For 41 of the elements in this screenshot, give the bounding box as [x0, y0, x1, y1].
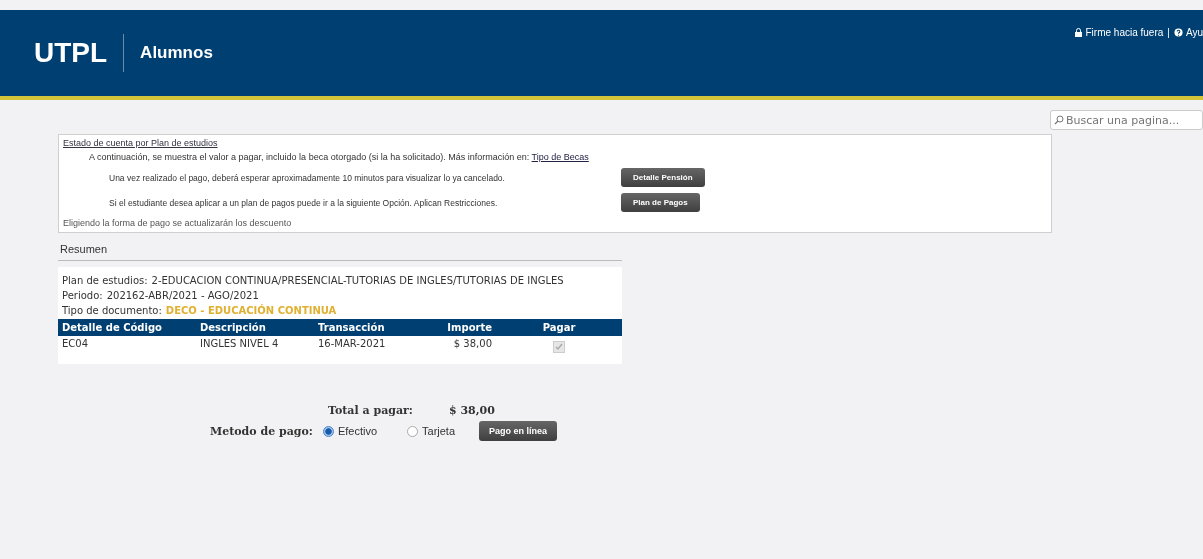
column-header: Pagar — [541, 321, 577, 335]
statement-title: Estado de cuenta por Plan de estudios — [63, 138, 219, 148]
help-link[interactable]: Ayu — [1173, 27, 1203, 38]
column-header: Importe — [446, 321, 493, 335]
field-value: DECO - EDUCACIÓN CONTINUA — [165, 305, 337, 316]
field-value: 2-EDUCACION CONTINUA/PRESENCIAL-TUTORIAS DE INGLES/TUTORIAS DE INGLES — [151, 275, 564, 286]
search-icon — [1054, 115, 1064, 125]
radio-button[interactable] — [322, 425, 334, 437]
column-header: Descripción — [199, 321, 267, 335]
search-field[interactable]: Buscar una pagina... — [1050, 110, 1203, 130]
table-cell-text: $ 38,00 — [452, 337, 493, 351]
field-value: 202162-ABR/2021 - AGO/2021 — [106, 290, 259, 301]
help-circle-icon — [1173, 28, 1183, 37]
field-label: Periodo: — [62, 290, 103, 301]
radio-button[interactable] — [407, 425, 419, 437]
field-label: Plan de estudios: — [62, 275, 148, 286]
payment-label: Metodo de pago: — [210, 424, 313, 438]
field-label: Tipo de documento: — [62, 305, 162, 316]
discount-note: Eligiendo la forma de pago se actualizarán los descuento — [63, 218, 293, 228]
action-button[interactable]: Plan de Pagos — [621, 193, 700, 212]
section-title: Alumnos — [140, 43, 213, 63]
action-button[interactable]: Detalle Pensión — [621, 168, 705, 187]
note-text: Si el estudiante desea aplicar a un plan de pagos puede ir a la siguiente Opción. Aplican Restricciones. — [109, 197, 499, 208]
signout-link[interactable]: Firme hacia fuera — [1073, 27, 1164, 38]
logo-text: UTPL — [34, 37, 108, 69]
option-label[interactable]: Tarjeta — [422, 425, 456, 437]
separator-text: | — [1167, 27, 1170, 38]
option-label[interactable]: Efectivo — [337, 425, 378, 437]
intro-text: A continuación, se muestra el valor a pagar, incluido la beca otorgado (si la ha solicitado). Más información en: Tipo de Becas — [89, 152, 590, 162]
summary-title: Resumen — [58, 241, 622, 261]
column-header: Transacción — [317, 321, 386, 335]
pay-online-button[interactable]: Pago en línea — [479, 421, 558, 441]
table-cell-text: 16-MAR-2021 — [317, 337, 387, 351]
lock-icon — [1073, 28, 1083, 37]
total-label: Total a pagar: — [328, 404, 413, 417]
total-value: $ 38,00 — [448, 404, 495, 417]
table-cell-text: EC04 — [61, 337, 90, 351]
becas-link[interactable]: Tipo de Becas — [531, 152, 589, 162]
note-text: Una vez realizado el pago, deberá esperar aproximadamente 10 minutos para visualizar lo ya cancelado. — [109, 172, 506, 183]
table-cell-text: INGLES NIVEL 4 — [199, 337, 280, 351]
column-header: Detalle de Código — [61, 321, 163, 335]
